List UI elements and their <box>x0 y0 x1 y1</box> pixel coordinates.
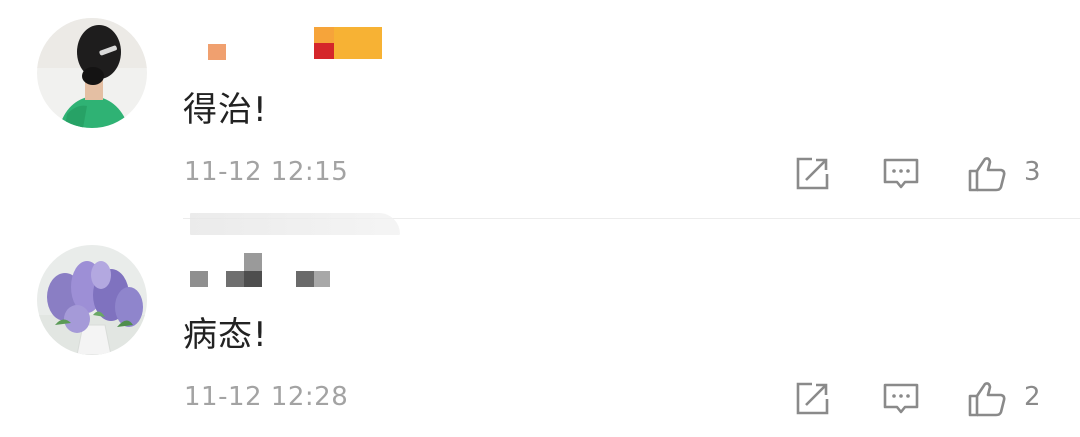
like-button[interactable] <box>968 155 1006 193</box>
avatar[interactable] <box>37 245 147 355</box>
comment-icon <box>883 158 919 189</box>
comment-timestamp: 11-12 12:28 <box>184 382 349 412</box>
comment-icon <box>883 383 919 414</box>
share-button[interactable] <box>793 380 831 418</box>
reply-button[interactable] <box>882 380 920 418</box>
lilac-flowers-avatar-icon <box>37 245 147 355</box>
like-count: 2 <box>1024 382 1041 412</box>
thumbs-up-icon <box>968 382 1006 417</box>
username-mosaic[interactable] <box>190 24 410 64</box>
like-count: 3 <box>1024 157 1041 187</box>
avatar[interactable] <box>37 18 147 128</box>
comment-item: 病态! 11-12 12:28 2 <box>0 219 1080 437</box>
thumbs-up-icon <box>968 157 1006 192</box>
comment-text: 得治! <box>183 90 268 130</box>
comment-text: 病态! <box>183 315 268 355</box>
like-button[interactable] <box>968 380 1006 418</box>
comment-item: 得治! 11-12 12:15 3 <box>0 0 1080 218</box>
share-button[interactable] <box>793 155 831 193</box>
share-icon <box>796 157 829 190</box>
girl-hair-bun-avatar-icon <box>37 18 147 128</box>
reply-button[interactable] <box>882 155 920 193</box>
share-icon <box>796 382 829 415</box>
username-mosaic[interactable] <box>190 249 410 289</box>
comment-timestamp: 11-12 12:15 <box>184 157 349 187</box>
